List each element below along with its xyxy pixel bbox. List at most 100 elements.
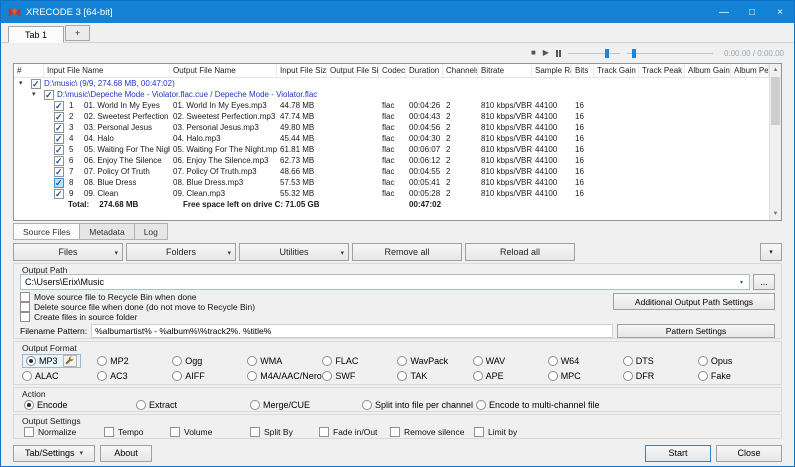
table-row[interactable]: 2 02. Sweetest Perfection 02. Sweetest Per… <box>14 111 769 122</box>
checkbox[interactable] <box>104 426 114 437</box>
expand-arrow-icon[interactable]: ▾ <box>19 78 28 89</box>
browse-button[interactable]: ... <box>753 274 775 290</box>
selected-format-mp3[interactable]: MP3 <box>22 353 81 368</box>
format-settings-button[interactable] <box>62 354 77 367</box>
column-header-output-file-size[interactable]: Output File Size <box>327 64 379 77</box>
checkbox[interactable] <box>54 100 64 111</box>
radio-flac[interactable]: FLAC <box>322 355 397 367</box>
radio-w64[interactable]: W64 <box>547 355 623 367</box>
add-tab-button[interactable]: + <box>65 25 91 41</box>
table-row[interactable]: 7 07. Policy Of Truth 07. Policy Of Truth.… <box>14 166 769 177</box>
column-header-bits[interactable]: Bits <box>572 64 594 77</box>
checkbox[interactable] <box>54 155 64 166</box>
checkbox[interactable] <box>31 78 41 89</box>
radio-wma[interactable]: WMA <box>247 355 322 367</box>
checkbox[interactable] <box>54 144 64 155</box>
toolbar-button-folders[interactable]: Folders ▾ <box>126 243 236 261</box>
column-header-[interactable]: # <box>14 64 44 77</box>
start-button[interactable]: Start <box>645 444 711 462</box>
table-row[interactable]: 5 05. Waiting For The Night05. Waiting Fo… <box>14 144 769 155</box>
checkbox[interactable] <box>390 426 400 437</box>
table-row[interactable]: 6 06. Enjoy The Silence 06. Enjoy The Sile… <box>14 155 769 166</box>
checkbox-remove-silence[interactable]: Remove silence <box>390 426 474 437</box>
checkbox[interactable] <box>54 188 64 199</box>
checkbox-tempo[interactable]: Tempo <box>104 426 170 437</box>
radio-encode-to-multi-channel-file[interactable]: Encode to multi-channel file <box>476 399 600 411</box>
volume-slider[interactable] <box>626 48 713 59</box>
checkbox-limit-by[interactable]: Limit by <box>474 426 517 437</box>
column-header-album-gain[interactable]: Album Gain <box>685 64 731 77</box>
radio-aiff[interactable]: AIFF <box>172 370 247 382</box>
slider-thumb[interactable] <box>632 48 637 58</box>
checkbox-split-by[interactable]: Split By <box>250 426 319 437</box>
radio-ogg[interactable]: Ogg <box>172 355 247 367</box>
toolbar-button-reload-all[interactable]: Reload all <box>465 243 575 261</box>
slider-thumb[interactable] <box>605 48 610 58</box>
radio-tak[interactable]: TAK <box>397 370 472 382</box>
checkbox[interactable] <box>44 89 54 100</box>
seek-slider[interactable] <box>567 48 620 59</box>
radio-alac[interactable]: ALAC <box>22 370 97 382</box>
play-icon[interactable]: ▶ <box>543 49 549 57</box>
titlebar[interactable]: XRECODE 3 [64-bit] — □ × <box>1 1 794 23</box>
additional-output-path-settings-button[interactable]: Additional Output Path Settings <box>613 293 775 310</box>
vertical-scrollbar[interactable]: ▲ ▼ <box>769 64 781 220</box>
checkbox[interactable] <box>54 166 64 177</box>
about-button[interactable]: About <box>100 444 152 462</box>
chevron-down-icon[interactable]: ▾ <box>734 275 749 289</box>
source-group-row[interactable]: ▾ D:\music\ (9/9, 274.68 MB, 00:47:02) <box>14 78 769 89</box>
checkbox-fade-in-out[interactable]: Fade in/Out <box>319 426 390 437</box>
tab-source-files[interactable]: Source Files <box>13 223 81 240</box>
tab-1[interactable]: Tab 1 <box>8 26 65 43</box>
checkbox[interactable] <box>250 426 260 437</box>
pattern-settings-button[interactable]: Pattern Settings <box>617 324 775 338</box>
radio-merge-cue[interactable]: Merge/CUE <box>250 399 362 411</box>
radio-m4a-aac-nero[interactable]: M4A/AAC/Nero <box>247 370 322 382</box>
output-path-combo[interactable]: C:\Users\Erix\Music ▾ <box>20 274 750 290</box>
column-header-album-peak[interactable]: Album Peak <box>731 64 769 77</box>
table-row[interactable]: 9 09. Clean 09. Clean.mp3 55.32 MB flac 00:05… <box>14 188 769 199</box>
close-icon[interactable]: × <box>766 1 794 23</box>
column-header-output-file-name[interactable]: Output File Name <box>170 64 277 77</box>
tab-log[interactable]: Log <box>134 223 168 240</box>
scroll-up-icon[interactable]: ▲ <box>770 64 781 76</box>
column-header-duration[interactable]: Duration <box>406 64 443 77</box>
checkbox[interactable] <box>54 111 64 122</box>
radio-opus[interactable]: Opus <box>697 355 773 367</box>
scrollbar-thumb[interactable] <box>771 77 780 125</box>
radio-wavpack[interactable]: WavPack <box>397 355 472 367</box>
close-button[interactable]: Close <box>716 444 782 462</box>
column-header-track-gain[interactable]: Track Gain <box>594 64 639 77</box>
checkbox-create-files-in-source-folder[interactable]: Create files in source folder <box>20 312 775 322</box>
column-header-channels[interactable]: Channels <box>443 64 478 77</box>
checkbox-normalize[interactable]: Normalize <box>24 426 104 437</box>
scroll-down-icon[interactable]: ▼ <box>770 208 781 220</box>
table-row[interactable]: 4 04. Halo 04. Halo.mp3 45.44 MB flac 00:04:3… <box>14 133 769 144</box>
radio-wav[interactable]: WAV <box>472 355 548 367</box>
pause-icon[interactable] <box>555 49 561 57</box>
radio-encode[interactable]: Encode <box>24 399 136 411</box>
table-row[interactable]: 3 03. Personal Jesus 03. Personal Jesus.mp… <box>14 122 769 133</box>
radio-dfr[interactable]: DFR <box>622 370 698 382</box>
column-header-bitrate[interactable]: Bitrate <box>478 64 532 77</box>
table-row[interactable]: 8 08. Blue Dress 08. Blue Dress.mp3 57.53 M… <box>14 177 769 188</box>
radio-extract[interactable]: Extract <box>136 399 250 411</box>
checkbox-volume[interactable]: Volume <box>170 426 250 437</box>
column-header-sample-rate[interactable]: Sample Rate <box>532 64 572 77</box>
checkbox[interactable] <box>24 426 34 437</box>
album-row[interactable]: ▾ D:\music\Depeche Mode - Violator.flac.c… <box>14 89 769 100</box>
table-row[interactable]: 1 01. World In My Eyes 01. World In My Eye… <box>14 100 769 111</box>
radio-swf[interactable]: SWF <box>322 370 397 382</box>
radio-dts[interactable]: DTS <box>622 355 698 367</box>
checkbox[interactable] <box>54 133 64 144</box>
radio-ape[interactable]: APE <box>472 370 548 382</box>
radio-mp2[interactable]: MP2 <box>97 355 172 367</box>
column-header-input-file-name[interactable]: Input File Name <box>44 64 170 77</box>
checkbox[interactable] <box>20 292 30 302</box>
expand-arrow-icon[interactable]: ▾ <box>32 89 41 100</box>
column-header-codec[interactable]: Codec <box>379 64 406 77</box>
toolbar-button-utilities[interactable]: Utilities ▾ <box>239 243 349 261</box>
maximize-icon[interactable]: □ <box>738 1 766 23</box>
radio-split-into-file-per-channel[interactable]: Split into file per channel <box>362 399 476 411</box>
column-header-input-file-size[interactable]: Input File Size <box>277 64 327 77</box>
